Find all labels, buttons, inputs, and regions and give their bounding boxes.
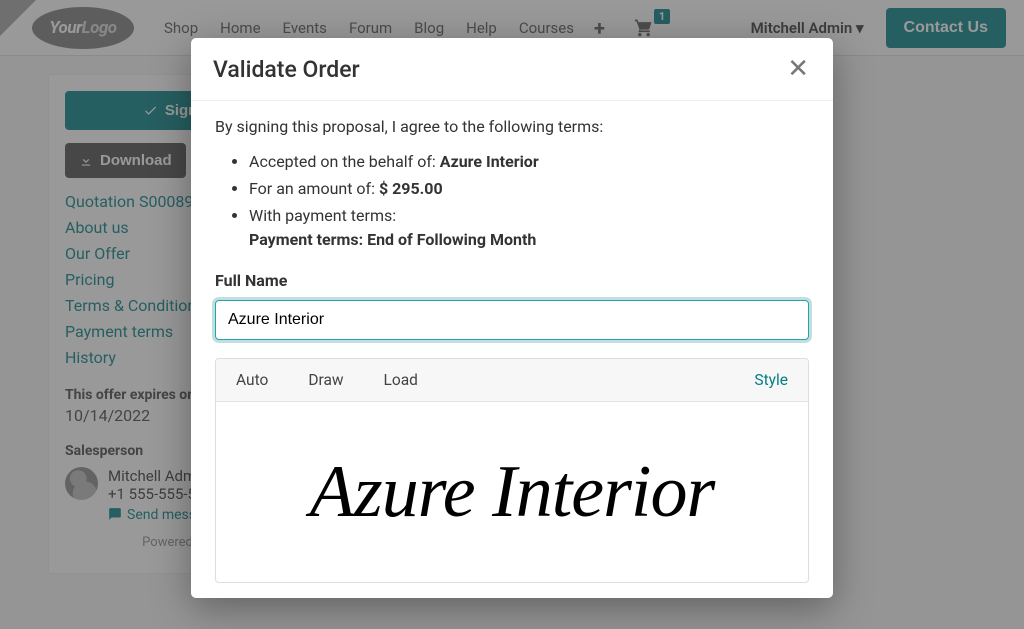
payment-terms-label: With payment terms: xyxy=(249,206,396,225)
term-amount: For an amount of: $ 295.00 xyxy=(249,177,809,200)
crop-marker xyxy=(0,0,36,36)
signature-preview: Azure Interior xyxy=(310,455,715,529)
payment-terms-value: Payment terms: End of Following Month xyxy=(249,230,536,249)
validate-order-modal: Validate Order ✕ By signing this proposa… xyxy=(191,38,833,598)
sig-tab-load[interactable]: Load xyxy=(364,359,438,401)
fullname-label: Full Name xyxy=(215,271,809,290)
signature-tabs: Auto Draw Load Style xyxy=(216,359,808,402)
modal-body: By signing this proposal, I agree to the… xyxy=(191,101,833,598)
sig-tab-style[interactable]: Style xyxy=(734,359,808,401)
close-icon: ✕ xyxy=(787,54,809,84)
agreement-terms: Accepted on the behalf of: Azure Interio… xyxy=(215,150,809,251)
agreement-intro: By signing this proposal, I agree to the… xyxy=(215,117,809,136)
accepted-value: Azure Interior xyxy=(440,152,539,171)
signature-canvas[interactable]: Azure Interior xyxy=(216,402,808,582)
term-payment: With payment terms: Payment terms: End o… xyxy=(249,204,809,250)
sig-tab-auto[interactable]: Auto xyxy=(216,359,288,401)
modal-overlay: Validate Order ✕ By signing this proposa… xyxy=(0,0,1024,629)
term-accepted-on-behalf: Accepted on the behalf of: Azure Interio… xyxy=(249,150,809,173)
signature-panel: Auto Draw Load Style Azure Interior xyxy=(215,358,809,583)
fullname-input[interactable] xyxy=(215,300,809,340)
sig-tab-draw[interactable]: Draw xyxy=(288,359,363,401)
accepted-label: Accepted on the behalf of: xyxy=(249,152,440,171)
modal-close-button[interactable]: ✕ xyxy=(785,54,811,84)
amount-label: For an amount of: xyxy=(249,179,379,198)
amount-value: $ 295.00 xyxy=(379,179,443,198)
modal-title: Validate Order xyxy=(213,56,360,83)
